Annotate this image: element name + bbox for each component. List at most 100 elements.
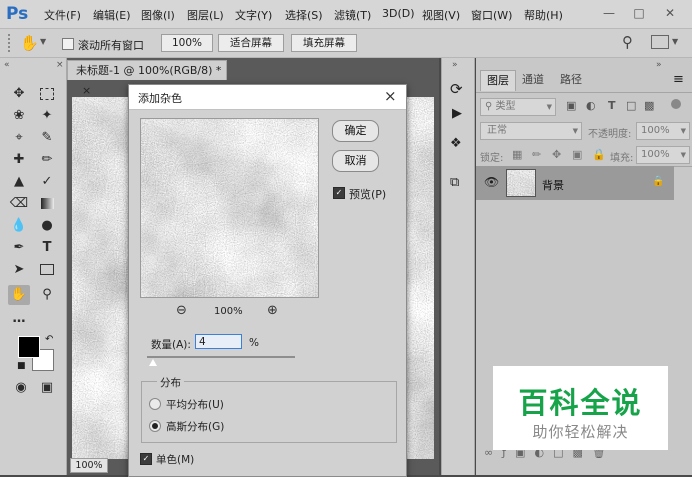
layer-row-background[interactable]: 👁 背景 🔒 bbox=[476, 166, 674, 200]
default-colors-icon[interactable]: ■ bbox=[17, 361, 26, 371]
filter-pixel-icon[interactable]: ▣ bbox=[566, 99, 576, 112]
hand-tool-button-icon[interactable]: ✋ bbox=[8, 285, 30, 305]
move-tool-icon[interactable]: ✥ bbox=[8, 84, 30, 104]
collapse-arrows-icon[interactable]: « bbox=[4, 60, 10, 70]
menu-image[interactable]: 图像(I) bbox=[141, 7, 175, 23]
zoom-tool-icon[interactable]: ⚲ bbox=[36, 285, 58, 305]
amount-input[interactable]: 4 bbox=[195, 334, 242, 349]
properties-panel-icon[interactable]: ⧉ bbox=[450, 175, 459, 190]
filter-type-icon[interactable]: T bbox=[608, 99, 616, 112]
chevron-down-icon[interactable]: ▼ bbox=[40, 37, 46, 46]
lasso-tool-icon[interactable]: ❀ bbox=[8, 106, 30, 126]
rectangle-tool-icon[interactable] bbox=[36, 260, 58, 280]
menu-filter[interactable]: 滤镜(T) bbox=[334, 7, 371, 23]
document-tab[interactable]: 未标题-1 @ 100%(RGB/8) * × bbox=[67, 60, 227, 97]
panel-close-icon[interactable]: × bbox=[56, 60, 64, 70]
blend-mode-select[interactable]: 正常 ▼ bbox=[480, 122, 582, 140]
opacity-input[interactable]: 100% ▼ bbox=[636, 122, 690, 140]
visibility-eye-icon[interactable]: 👁 bbox=[484, 175, 499, 189]
magic-wand-tool-icon[interactable]: ✦ bbox=[36, 106, 58, 126]
close-window-icon[interactable]: ✕ bbox=[661, 5, 679, 21]
amount-slider-thumb[interactable] bbox=[148, 359, 157, 366]
pen-tool-icon[interactable]: ✒ bbox=[8, 238, 30, 258]
history-brush-tool-icon[interactable]: ✓ bbox=[36, 172, 58, 192]
lock-position-icon[interactable]: ✥ bbox=[552, 148, 561, 161]
cancel-button[interactable]: 取消 bbox=[332, 150, 379, 172]
blur-tool-icon[interactable]: 💧 bbox=[8, 216, 30, 236]
fit-screen-button[interactable]: 适合屏幕 bbox=[218, 34, 284, 52]
menu-window[interactable]: 窗口(W) bbox=[471, 7, 512, 23]
ok-button[interactable]: 确定 bbox=[332, 120, 379, 142]
actions-panel-icon[interactable]: ▶ bbox=[452, 106, 462, 121]
dodge-tool-icon[interactable]: ● bbox=[36, 216, 58, 236]
menu-file[interactable]: 文件(F) bbox=[44, 7, 81, 23]
filter-shape-icon[interactable]: □ bbox=[626, 99, 636, 112]
document-close-icon[interactable]: × bbox=[82, 84, 91, 97]
layer-name[interactable]: 背景 bbox=[542, 177, 564, 193]
type-tool-icon[interactable]: T bbox=[36, 238, 58, 258]
layer-filter-select[interactable]: ⚲ 类型 ▼ bbox=[480, 98, 556, 116]
healing-brush-tool-icon[interactable]: ✚ bbox=[8, 150, 30, 170]
dialog-title-bar[interactable]: 添加杂色 × bbox=[129, 85, 406, 110]
tab-layers[interactable]: 图层 bbox=[480, 70, 516, 91]
zoom-in-icon[interactable]: ⊕ bbox=[267, 303, 278, 318]
zoom-out-icon[interactable]: ⊖ bbox=[176, 303, 187, 318]
workspace-icon[interactable] bbox=[651, 35, 669, 49]
amount-slider-track[interactable] bbox=[147, 356, 295, 358]
options-bar: ✋ ▼ 滚动所有窗口 100% 适合屏幕 填充屏幕 ⚲ ▼ bbox=[0, 29, 692, 58]
swap-colors-icon[interactable]: ↶ bbox=[45, 334, 53, 345]
eyedropper-tool-icon[interactable]: ✎ bbox=[36, 128, 58, 148]
scroll-all-checkbox[interactable] bbox=[62, 38, 74, 50]
monochromatic-checkbox[interactable]: ✓ bbox=[140, 453, 152, 465]
crop-tool-icon[interactable]: ⌖ bbox=[8, 128, 30, 148]
tab-paths[interactable]: 路径 bbox=[554, 70, 588, 90]
preview-checkbox[interactable]: ✓ bbox=[333, 187, 345, 199]
menu-edit[interactable]: 编辑(E) bbox=[93, 7, 131, 23]
foreground-color-swatch[interactable] bbox=[18, 336, 40, 358]
noise-preview[interactable] bbox=[140, 118, 319, 298]
menu-type[interactable]: 文字(Y) bbox=[235, 7, 272, 23]
preview-label: 预览(P) bbox=[349, 188, 387, 201]
menu-layer[interactable]: 图层(L) bbox=[187, 7, 224, 23]
3d-panel-icon[interactable]: ❖ bbox=[450, 136, 462, 151]
filter-toggle-icon[interactable] bbox=[671, 99, 681, 109]
gaussian-radio[interactable] bbox=[149, 420, 161, 432]
menu-3d[interactable]: 3D(D) bbox=[382, 7, 415, 20]
more-tools-icon[interactable]: … bbox=[8, 309, 30, 329]
fill-input[interactable]: 100% ▼ bbox=[636, 146, 690, 164]
zoom-status[interactable]: 100% bbox=[70, 458, 108, 473]
lock-transparent-icon[interactable]: ▦ bbox=[512, 148, 522, 161]
eraser-tool-icon[interactable]: ⌫ bbox=[8, 194, 30, 214]
filter-smart-object-icon[interactable]: ▩ bbox=[644, 99, 654, 112]
uniform-radio[interactable] bbox=[149, 398, 161, 410]
marquee-tool-icon[interactable] bbox=[36, 84, 58, 104]
history-panel-icon[interactable]: ⟳ bbox=[450, 80, 463, 98]
lock-all-icon[interactable]: 🔒 bbox=[592, 148, 606, 161]
tab-channels[interactable]: 通道 bbox=[516, 70, 550, 90]
brush-tool-icon[interactable]: ✏ bbox=[36, 150, 58, 170]
menu-view[interactable]: 视图(V) bbox=[422, 7, 460, 23]
dock-collapse-icon[interactable]: » bbox=[452, 60, 458, 70]
filter-adjustment-icon[interactable]: ◐ bbox=[586, 99, 596, 112]
search-icon[interactable]: ⚲ bbox=[622, 33, 633, 51]
panel-menu-icon[interactable]: ≡ bbox=[673, 72, 684, 87]
lock-artboard-icon[interactable]: ▣ bbox=[572, 148, 582, 161]
minimize-icon[interactable]: — bbox=[600, 5, 618, 21]
screen-mode-icon[interactable]: ▣ bbox=[36, 378, 58, 398]
hand-tool-icon[interactable]: ✋ bbox=[20, 34, 39, 52]
quick-mask-icon[interactable]: ◉ bbox=[10, 378, 32, 398]
document-tab-title: 未标题-1 @ 100%(RGB/8) * bbox=[76, 64, 222, 77]
dialog-close-icon[interactable]: × bbox=[384, 87, 397, 105]
stamp-tool-icon[interactable]: ▲ bbox=[8, 172, 30, 192]
fill-screen-button[interactable]: 填充屏幕 bbox=[291, 34, 357, 52]
menu-select[interactable]: 选择(S) bbox=[285, 7, 323, 23]
menu-help[interactable]: 帮助(H) bbox=[524, 7, 563, 23]
fill-label: 填充: bbox=[610, 153, 634, 164]
workspace-chevron-icon[interactable]: ▼ bbox=[672, 37, 678, 46]
gradient-tool-icon[interactable] bbox=[36, 194, 58, 214]
layers-collapse-icon[interactable]: » bbox=[656, 60, 662, 70]
path-selection-tool-icon[interactable]: ➤ bbox=[8, 260, 30, 280]
maximize-icon[interactable]: □ bbox=[630, 5, 648, 21]
lock-pixels-icon[interactable]: ✏ bbox=[532, 148, 541, 161]
zoom-100-button[interactable]: 100% bbox=[161, 34, 213, 52]
